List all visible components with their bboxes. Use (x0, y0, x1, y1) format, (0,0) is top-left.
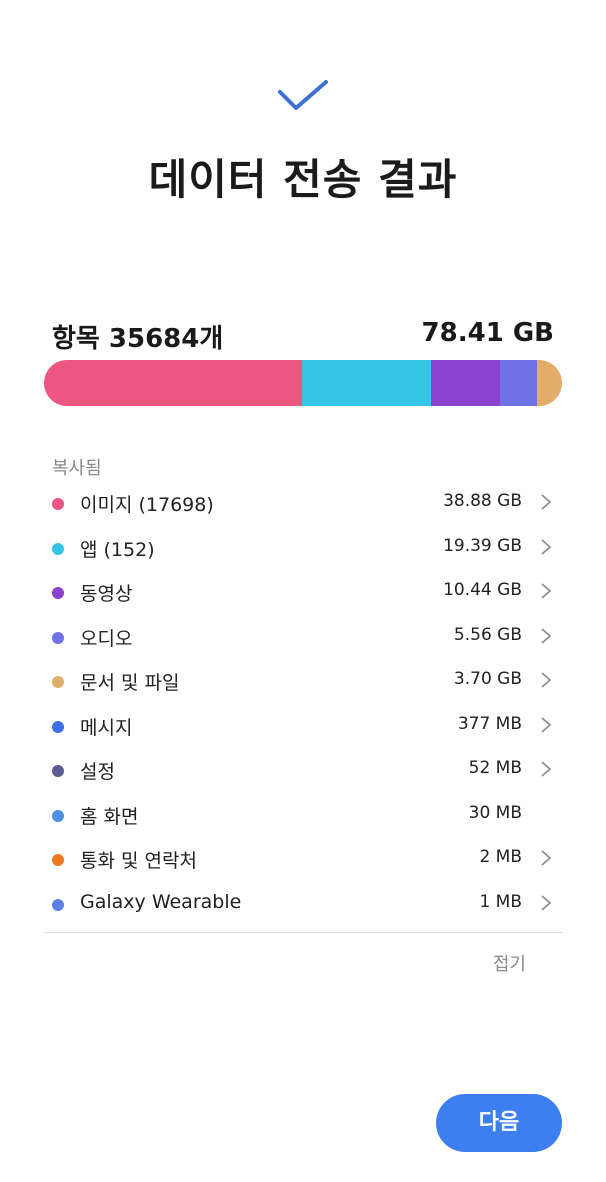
item-name: 앱 (152) (80, 538, 155, 561)
item-size: 19.39 GB (443, 535, 522, 556)
chevron-right-icon[interactable] (540, 581, 552, 601)
item-name: 홈 화면 (80, 805, 139, 828)
item-size: 2 MB (479, 847, 522, 867)
item-name: 통화 및 연락처 (80, 850, 197, 872)
color-dot (52, 587, 64, 599)
storage-usage-bar (44, 360, 562, 406)
chevron-right-icon[interactable] (540, 626, 552, 646)
color-dot (52, 631, 64, 644)
usage-bar-segment (431, 360, 501, 406)
total-size: 78.41 GB (421, 318, 554, 348)
color-dot (52, 898, 64, 911)
list-item[interactable]: 동영상 10.44 GB (44, 571, 562, 616)
chevron-right-icon[interactable] (540, 492, 552, 512)
color-dot (52, 498, 64, 510)
list-item[interactable]: 오디오 5.56 GB (44, 616, 562, 661)
item-size: 10.44 GB (443, 580, 522, 600)
item-size: 30 MB (468, 802, 522, 823)
summary-row: 항목 35684개 78.41 GB (52, 318, 554, 354)
item-size: 38.88 GB (443, 491, 522, 511)
color-dot (52, 765, 64, 777)
chevron-right-icon[interactable] (540, 537, 552, 557)
divider (44, 932, 562, 933)
item-size: 5.56 GB (453, 624, 522, 645)
chevron-right-icon[interactable] (540, 670, 552, 690)
list-item[interactable]: 통화 및 연락처 2 MB (44, 838, 562, 883)
item-name: 메시지 (80, 716, 133, 739)
item-size: 3.70 GB (453, 669, 522, 689)
copied-items-list: 이미지 (17698) 38.88 GB 앱 (152) 19.39 GB 동영상 10.… (44, 482, 562, 927)
chevron-right-icon[interactable] (540, 848, 552, 868)
color-dot (52, 854, 64, 866)
usage-bar-segment (44, 360, 303, 406)
list-item[interactable]: 이미지 (17698) 38.88 GB (44, 482, 562, 527)
item-size: 377 MB (457, 713, 522, 734)
color-dot (52, 676, 64, 688)
items-count: 항목 35684개 (52, 324, 224, 354)
usage-bar-segment (302, 360, 432, 406)
color-dot (52, 720, 64, 733)
collapse-button[interactable]: 접기 (493, 950, 526, 976)
list-item[interactable]: 메시지 377 MB (44, 705, 562, 750)
usage-bar-segment (537, 360, 562, 406)
item-name: 이미지 (17698) (80, 494, 214, 516)
chevron-right-icon[interactable] (540, 893, 552, 913)
list-item: 홈 화면 30 MB (44, 794, 562, 839)
list-item[interactable]: Galaxy Wearable 1 MB (44, 883, 562, 928)
list-item[interactable]: 설정 52 MB (44, 749, 562, 794)
item-name: 설정 (80, 761, 115, 783)
section-label-copied: 복사됨 (52, 458, 102, 479)
color-dot (52, 542, 64, 555)
item-size: 52 MB (468, 758, 522, 778)
item-size: 1 MB (479, 891, 522, 912)
chevron-right-icon[interactable] (540, 715, 552, 735)
list-item[interactable]: 앱 (152) 19.39 GB (44, 527, 562, 572)
item-name: 동영상 (80, 583, 133, 605)
chevron-right-icon[interactable] (540, 759, 552, 779)
page-title: 데이터 전송 결과 (148, 155, 458, 204)
list-item[interactable]: 문서 및 파일 3.70 GB (44, 660, 562, 705)
checkmark-icon (278, 80, 328, 110)
color-dot (52, 809, 64, 822)
usage-bar-segment (500, 360, 538, 406)
item-name: 문서 및 파일 (80, 672, 180, 694)
next-button[interactable]: 다음 (436, 1094, 562, 1152)
item-name: Galaxy Wearable (80, 890, 242, 913)
item-name: 오디오 (80, 627, 133, 650)
